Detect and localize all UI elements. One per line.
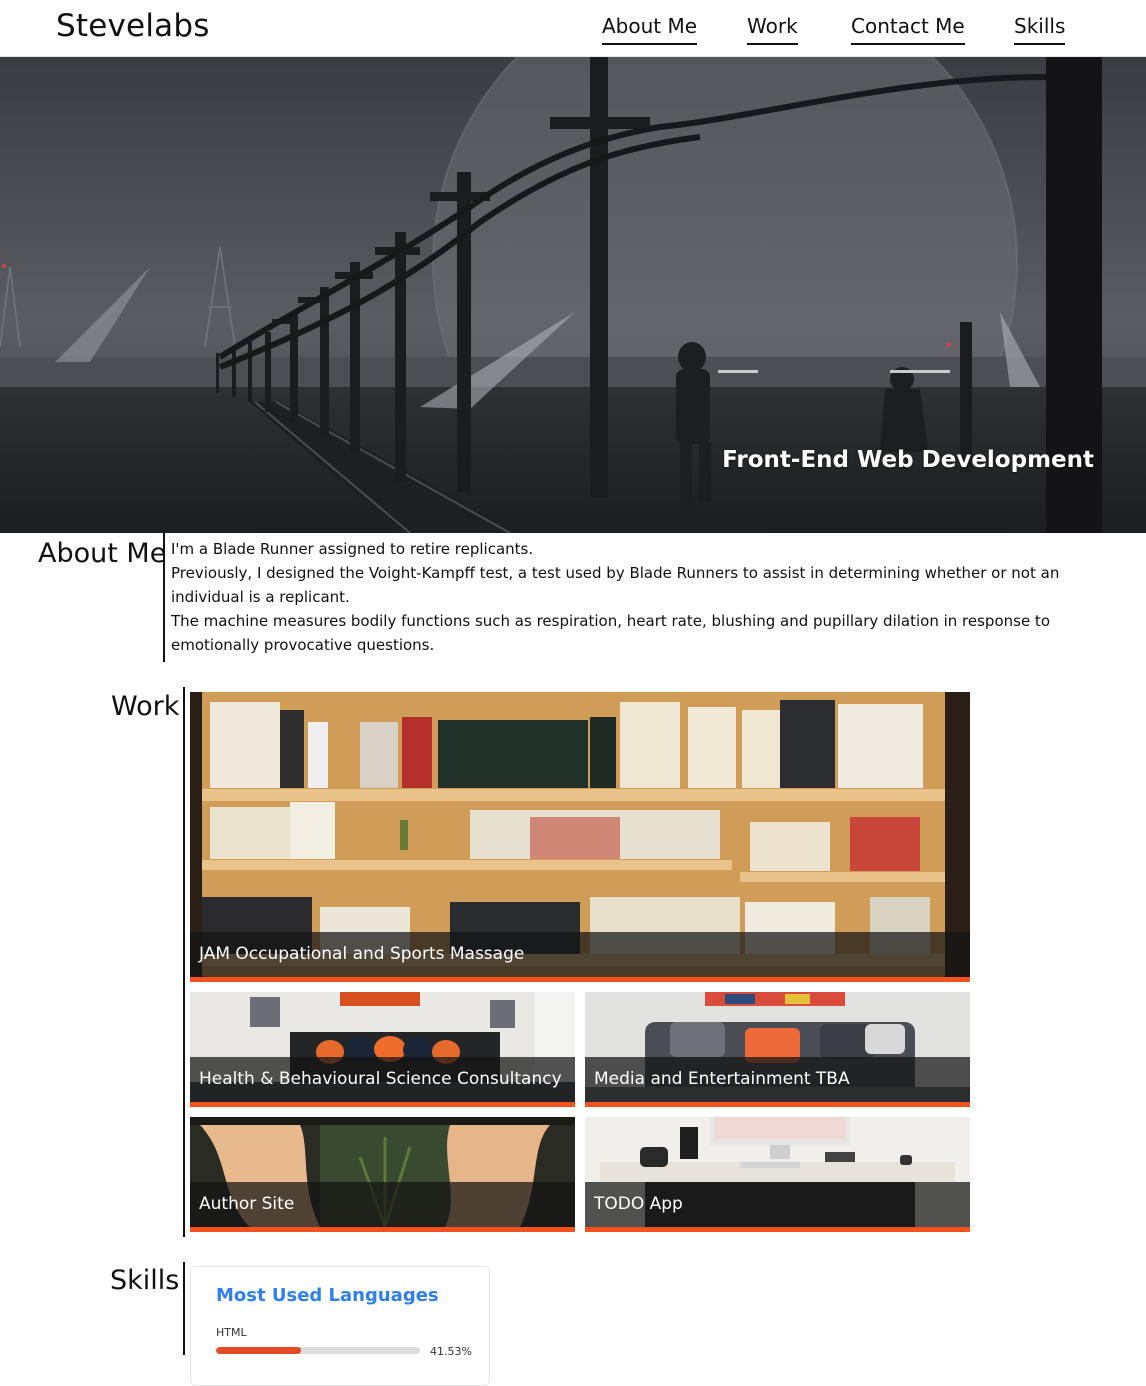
nav-link-skills[interactable]: Skills [1014, 14, 1066, 45]
about-paragraph: Previously, I designed the Voight-Kampff… [171, 564, 1060, 606]
hero-tagline: Front-End Web Development [722, 447, 1094, 473]
language-progress-fill [216, 1347, 301, 1354]
work-section-title: Work [111, 691, 180, 722]
project-caption: Media and Entertainment TBA [585, 1057, 970, 1102]
nav-link-contact-me[interactable]: Contact Me [851, 14, 965, 45]
skills-divider [183, 1262, 185, 1355]
language-percent: 41.53% [430, 1345, 472, 1358]
skills-section-title: Skills [110, 1265, 180, 1296]
site-header: Stevelabs About Me Work Contact Me Skill… [0, 0, 1146, 57]
languages-card-title: Most Used Languages [216, 1285, 439, 1306]
main-nav: About Me Work Contact Me Skills [0, 14, 1146, 46]
project-caption: JAM Occupational and Sports Massage [190, 932, 970, 977]
project-card-todo-app[interactable]: TODO App [585, 1117, 970, 1232]
about-divider [163, 533, 165, 662]
language-name: HTML [216, 1326, 247, 1339]
about-paragraph: The machine measures bodily functions su… [171, 612, 1050, 654]
hero-banner: Front-End Web Development [0, 57, 1146, 533]
project-card-health-consultancy[interactable]: Health & Behavioural Science Consultancy [190, 992, 575, 1107]
project-card-jam-massage[interactable]: JAM Occupational and Sports Massage [190, 692, 970, 982]
project-caption: TODO App [585, 1182, 970, 1227]
project-card-author-site[interactable]: Author Site [190, 1117, 575, 1232]
language-progress-bar [216, 1347, 420, 1354]
about-text: I'm a Blade Runner assigned to retire re… [171, 537, 1131, 657]
project-caption: Author Site [190, 1182, 575, 1227]
nav-link-about-me[interactable]: About Me [602, 14, 698, 45]
project-card-media-entertainment[interactable]: Media and Entertainment TBA [585, 992, 970, 1107]
about-section-title: About Me [38, 538, 167, 569]
most-used-languages-card: Most Used Languages HTML 41.53% [190, 1266, 490, 1386]
nav-link-work[interactable]: Work [747, 14, 798, 45]
work-divider [183, 687, 185, 1237]
project-caption: Health & Behavioural Science Consultancy [190, 1057, 575, 1102]
about-paragraph: I'm a Blade Runner assigned to retire re… [171, 540, 534, 558]
